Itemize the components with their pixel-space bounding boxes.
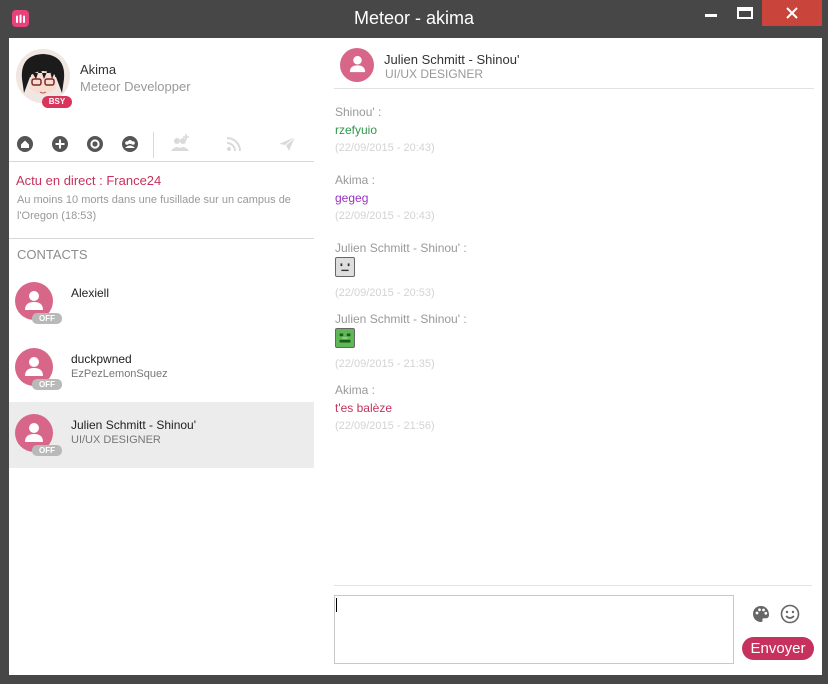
contact-name: Alexiell	[71, 286, 110, 300]
maximize-button[interactable]	[728, 0, 762, 26]
message-input[interactable]	[334, 595, 734, 664]
contact-name: Julien Schmitt - Shinou'	[71, 418, 197, 432]
group-icon[interactable]	[121, 135, 139, 153]
message-time: (22/09/2015 - 20:43)	[335, 142, 435, 154]
message-author: Akima :	[335, 383, 376, 397]
smiley-icon[interactable]	[780, 604, 800, 624]
message-text: t'es balèze	[335, 401, 392, 415]
add-group-icon[interactable]	[169, 133, 191, 155]
toolbar-separator	[153, 132, 154, 158]
settings-icon[interactable]	[86, 135, 104, 153]
message-time: (22/09/2015 - 21:35)	[335, 358, 435, 370]
message-author: Shinou' :	[335, 105, 382, 119]
send-icon[interactable]	[278, 135, 296, 153]
message-author: Akima :	[335, 173, 376, 187]
contact-item[interactable]: OFF Alexiell	[9, 270, 314, 336]
message-text: gegeg	[335, 191, 369, 205]
contact-status-badge: OFF	[32, 445, 62, 456]
contact-status-badge: OFF	[32, 313, 62, 324]
feed-icon[interactable]	[225, 135, 243, 153]
title-bar[interactable]: Meteor - akima	[0, 0, 828, 38]
contact-subtitle: EzPezLemonSquez	[71, 368, 168, 380]
message-time: (22/09/2015 - 21:56)	[335, 420, 435, 432]
news-ticker[interactable]: Actu en direct : France24 Au moins 10 mo…	[9, 163, 314, 239]
contact-status-badge: OFF	[32, 379, 62, 390]
chat-message: Akima : t'es balèze (22/09/2015 - 21:56)	[335, 383, 795, 432]
chat-message: Julien Schmitt - Shinou' : (22/09/2015 -…	[335, 312, 795, 370]
sidebar-toolbar	[9, 128, 314, 162]
chat-header: Julien Schmitt - Shinou' UI/UX DESIGNER	[334, 38, 814, 89]
contact-subtitle: UI/UX DESIGNER	[71, 434, 161, 446]
frog-face-icon	[335, 328, 355, 348]
profile-role: Meteor Developper	[80, 79, 191, 94]
message-author: Julien Schmitt - Shinou' :	[335, 312, 467, 326]
contact-item[interactable]: OFF duckpwned EzPezLemonSquez	[9, 336, 314, 402]
sidebar: BSY Akima Meteor Developper Actu en dire…	[9, 38, 314, 675]
contact-name: duckpwned	[71, 352, 132, 366]
chat-contact-avatar	[340, 48, 374, 82]
chat-panel: Julien Schmitt - Shinou' UI/UX DESIGNER …	[314, 38, 822, 675]
send-button[interactable]: Envoyer	[742, 637, 814, 660]
news-text: Au moins 10 morts dans une fusillade sur…	[17, 194, 291, 222]
news-label: Actu en direct :	[16, 173, 103, 188]
profile-avatar[interactable]	[16, 49, 70, 103]
chat-contact-name: Julien Schmitt - Shinou'	[384, 52, 520, 67]
home-icon[interactable]	[16, 135, 34, 153]
message-text: rzefyuio	[335, 123, 378, 137]
close-button[interactable]	[762, 0, 822, 26]
neutral-face-icon	[335, 257, 355, 277]
chat-message: Shinou' : rzefyuio (22/09/2015 - 20:43)	[335, 105, 795, 154]
news-heading: Actu en direct : France24	[16, 173, 161, 188]
text-caret	[336, 598, 337, 612]
status-badge: BSY	[42, 96, 72, 108]
app-window: Meteor - akima BSY Akima Meteor Developp	[0, 0, 828, 684]
composer-divider	[334, 585, 812, 586]
message-time: (22/09/2015 - 20:53)	[335, 287, 435, 299]
minimize-button[interactable]	[694, 0, 728, 26]
news-source[interactable]: France24	[106, 173, 161, 188]
message-time: (22/09/2015 - 20:43)	[335, 210, 435, 222]
profile-name: Akima	[80, 62, 117, 77]
contacts-heading: CONTACTS	[17, 247, 88, 262]
add-icon[interactable]	[51, 135, 69, 153]
palette-icon[interactable]	[751, 604, 771, 624]
chat-message: Akima : gegeg (22/09/2015 - 20:43)	[335, 173, 795, 222]
chat-contact-role: UI/UX DESIGNER	[385, 67, 484, 81]
contact-item-selected[interactable]: OFF Julien Schmitt - Shinou' UI/UX DESIG…	[9, 402, 314, 468]
message-author: Julien Schmitt - Shinou' :	[335, 241, 467, 255]
chat-message: Julien Schmitt - Shinou' : (22/09/2015 -…	[335, 241, 795, 299]
